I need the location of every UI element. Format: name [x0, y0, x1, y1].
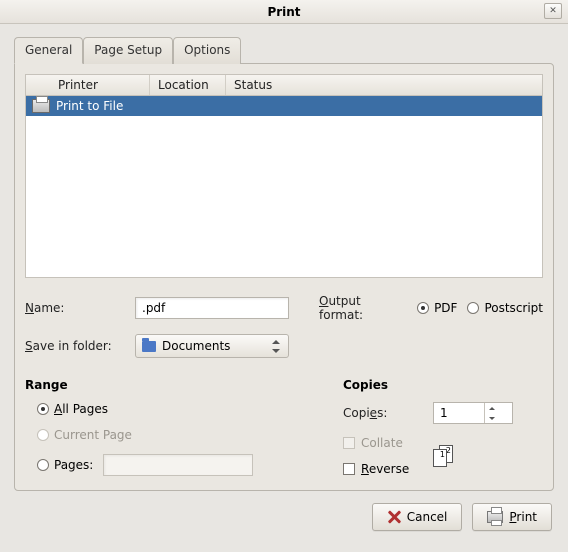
dialog-buttons: Cancel Print [14, 503, 554, 531]
radio-pdf[interactable]: PDF [417, 301, 457, 315]
cancel-icon [387, 510, 401, 524]
window-title: Print [0, 5, 568, 19]
copies-spinbox[interactable] [433, 402, 513, 424]
print-button[interactable]: Print [472, 503, 552, 531]
title-bar: Print ✕ [0, 0, 568, 24]
tab-panel-general: Printer Location Status Print to File Na… [14, 63, 554, 491]
radio-pages[interactable]: Pages: [37, 458, 93, 472]
save-folder-value: Documents [162, 339, 230, 353]
save-folder-combo[interactable]: Documents [135, 334, 289, 358]
output-format-label: Output format: [319, 294, 407, 322]
copies-up-icon[interactable] [485, 403, 498, 413]
printer-list[interactable]: Print to File [25, 96, 543, 278]
copies-input[interactable] [434, 403, 484, 423]
printer-icon [32, 99, 50, 113]
copies-section: Copies Copies: Collate 21 Reverse [343, 378, 543, 476]
checkbox-collate: Collate [343, 436, 433, 450]
printer-row[interactable]: Print to File [26, 96, 542, 116]
printer-name: Print to File [56, 99, 123, 113]
copies-down-icon[interactable] [485, 413, 498, 423]
collate-icon: 21 [433, 445, 457, 467]
column-status[interactable]: Status [226, 75, 542, 95]
save-folder-label: Save in folder: [25, 339, 131, 353]
print-icon [487, 511, 503, 523]
tab-page-setup[interactable]: Page Setup [83, 37, 173, 64]
range-title: Range [25, 378, 323, 392]
range-section: Range All Pages Current Page Pages: [25, 378, 323, 476]
name-input[interactable] [135, 297, 289, 319]
close-icon[interactable]: ✕ [544, 3, 562, 19]
tab-row: General Page Setup Options [14, 36, 554, 63]
copies-title: Copies [343, 378, 543, 392]
name-label: Name: [25, 301, 131, 315]
radio-all-pages[interactable]: All Pages [37, 402, 323, 416]
tab-general[interactable]: General [14, 37, 83, 64]
column-printer[interactable]: Printer [50, 75, 150, 95]
pages-input[interactable] [103, 454, 253, 476]
dialog-content: General Page Setup Options Printer Locat… [0, 24, 568, 541]
printer-list-header: Printer Location Status [25, 74, 543, 96]
cancel-button[interactable]: Cancel [372, 503, 463, 531]
column-location[interactable]: Location [150, 75, 226, 95]
tab-options[interactable]: Options [173, 37, 241, 64]
folder-icon [142, 341, 156, 352]
copies-label: Copies: [343, 406, 433, 420]
checkbox-reverse[interactable]: Reverse [343, 462, 433, 476]
radio-current-page: Current Page [37, 428, 323, 442]
radio-postscript[interactable]: Postscript [467, 301, 543, 315]
